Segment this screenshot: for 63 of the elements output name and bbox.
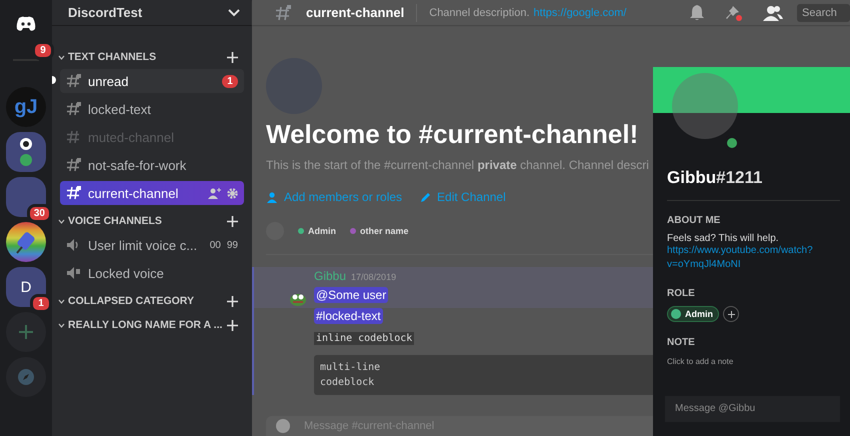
channel-description: Channel description. (429, 6, 530, 18)
bell-icon[interactable] (689, 4, 705, 21)
server-icon[interactable] (6, 222, 46, 262)
members-icon[interactable] (763, 4, 783, 20)
add-role-button[interactable] (723, 306, 739, 322)
plus-icon[interactable] (227, 296, 238, 306)
section-heading: ROLE (667, 288, 696, 299)
welcome-text: This is the start of the #current-channel private channel. Channel descri (266, 158, 649, 172)
settings-icon[interactable] (227, 188, 238, 198)
controller-icon (15, 16, 37, 32)
role-name: Admin (685, 309, 713, 319)
add-member-icon[interactable] (208, 188, 221, 198)
compass-icon (17, 368, 35, 386)
frog-avatar-icon (290, 292, 306, 306)
role-name: Admin (308, 226, 336, 236)
channel-item[interactable]: unread 1 (60, 69, 244, 93)
server-name: DiscordTest (68, 5, 142, 20)
person-icon (266, 192, 278, 202)
server-folder[interactable] (6, 132, 46, 172)
category-header[interactable]: REALLY LONG NAME FOR A ... (58, 319, 222, 331)
profile-username: Gibbu#1211 (667, 168, 764, 188)
channel-item[interactable]: User limit voice c... 00 99 (60, 233, 244, 257)
channel-item[interactable]: locked-text (60, 97, 244, 121)
category-header[interactable]: COLLAPSED CATEGORY (58, 295, 194, 307)
role-name: other name (360, 226, 409, 236)
plus-icon[interactable] (227, 52, 238, 62)
inline-code: inline codeblock (314, 332, 414, 345)
pencil-icon (420, 192, 432, 202)
section-heading: ABOUT ME (667, 215, 722, 226)
add-server-button[interactable] (6, 312, 46, 352)
message-timestamp: 17/08/2019 (351, 272, 396, 282)
caret-icon (58, 322, 65, 328)
about-text: Feels sad? This will help. (667, 233, 780, 244)
category-header[interactable]: VOICE CHANNELS (58, 215, 162, 227)
chevron-down-icon[interactable] (228, 8, 240, 16)
plus-icon (18, 324, 34, 340)
folder-server-icons (18, 137, 34, 167)
notification-badge: 1 (30, 294, 52, 313)
user-mention[interactable]: @Some user (314, 287, 388, 303)
channel-mention[interactable]: #locked-text (314, 308, 383, 324)
channel-item[interactable]: current-channel (60, 181, 244, 205)
welcome-heading: Welcome to #current-channel! (266, 119, 638, 150)
about-link[interactable]: https://www.youtube.com/watch?v=oYmqJl4MoNI (667, 244, 840, 272)
search-field[interactable]: Search (797, 4, 850, 22)
plus-icon (728, 310, 734, 318)
pin-icon[interactable] (725, 4, 743, 22)
channel-title: current-channel (306, 5, 404, 20)
plus-icon[interactable] (227, 216, 238, 226)
caret-icon (58, 218, 65, 224)
plus-icon[interactable] (227, 320, 238, 330)
category-header[interactable]: TEXT CHANNELS (58, 51, 156, 63)
caret-icon (58, 54, 65, 60)
server-icon[interactable]: gJ (6, 87, 46, 127)
message-field[interactable]: Message @Gibbu (665, 396, 840, 422)
locked-hash-icon (274, 4, 292, 20)
notification-badge: 9 (32, 41, 54, 60)
section-heading: NOTE (667, 337, 696, 348)
server-icon[interactable] (6, 177, 46, 217)
notification-badge: 30 (26, 204, 52, 223)
unread-indicator (52, 76, 56, 84)
channel-item[interactable]: not-safe-for-work (60, 153, 244, 177)
channel-item[interactable]: Locked voice (60, 261, 244, 285)
caret-icon (58, 298, 65, 304)
